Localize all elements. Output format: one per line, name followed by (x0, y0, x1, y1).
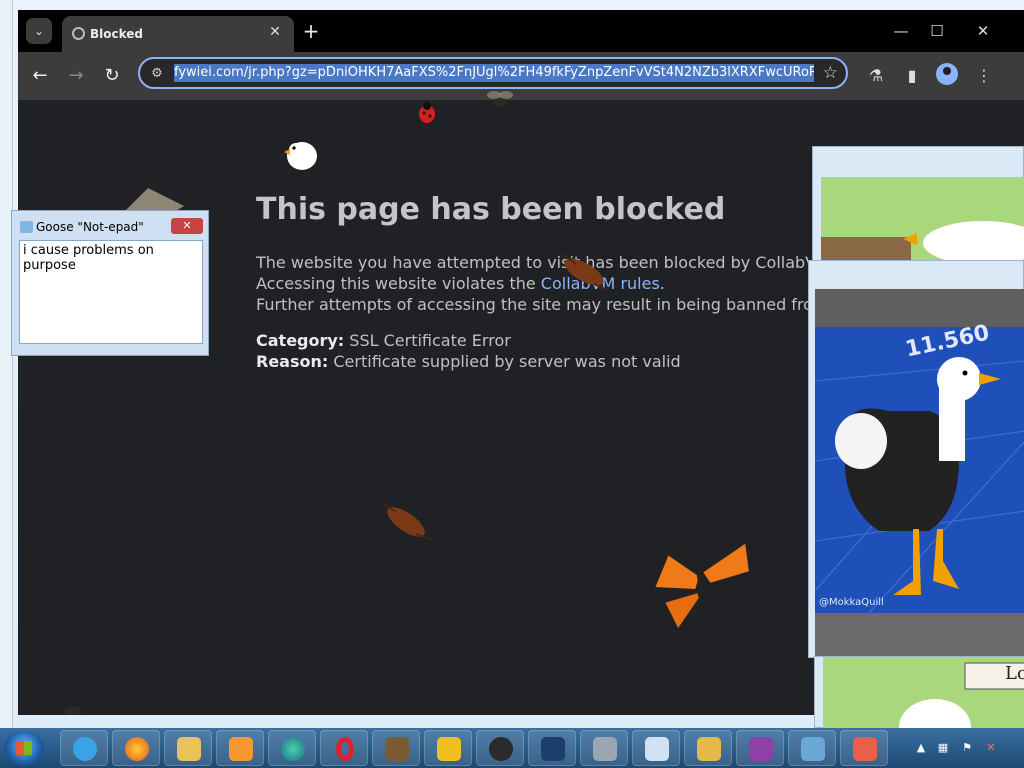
tray-volume-muted-icon[interactable]: ✕ (984, 741, 998, 755)
reason-label: Reason: (256, 352, 329, 371)
goose-logo-icon (284, 142, 317, 170)
url-text[interactable]: fywiei.com/jr.php?gz=pDniOHKH7AaFXS%2FnJ… (174, 64, 814, 82)
tab-search-button[interactable]: ⌄ (26, 18, 52, 44)
goose-sign-image (823, 657, 1024, 755)
taskbar-tools-icon[interactable] (424, 730, 472, 766)
blocked-details: Category: SSL Certificate Error Reason: … (256, 330, 681, 372)
profile-avatar[interactable] (936, 63, 958, 85)
close-tab-icon[interactable]: ✕ (266, 23, 284, 41)
taskbar-explorer-icon[interactable] (164, 730, 212, 766)
address-bar[interactable]: ⚙ fywiei.com/jr.php?gz=pDniOHKH7AaFXS%2F… (138, 57, 848, 89)
page-title: This page has been blocked (256, 192, 726, 227)
taskbar-speedometer-icon[interactable] (476, 730, 524, 766)
meme-watermark: @MokkaQuill (819, 597, 884, 608)
start-button[interactable] (4, 731, 44, 765)
notepad-close-button[interactable]: ✕ (171, 218, 203, 234)
labs-flask-icon[interactable]: ⚗ (864, 64, 888, 88)
tab-strip: ⌄ Blocked ✕ + — ☐ ✕ (18, 10, 1024, 52)
taskbar-ship-icon[interactable] (528, 730, 576, 766)
fly-icon[interactable] (482, 86, 518, 114)
tray-flag-icon[interactable]: ⚑ (960, 741, 974, 755)
line2-prefix: Accessing this website violates the (256, 274, 541, 293)
taskbar-winrar-icon[interactable] (736, 730, 784, 766)
taskbar-media-player-icon[interactable] (216, 730, 264, 766)
reason-value: Certificate supplied by server was not v… (333, 352, 681, 371)
notepad-title: Goose "Not-epad" (36, 220, 144, 234)
close-window-button[interactable]: ✕ (968, 18, 998, 44)
taskbar-pyramid-icon[interactable] (684, 730, 732, 766)
back-button[interactable]: ← (26, 62, 54, 90)
cockroach-icon-2[interactable] (376, 496, 436, 546)
maximize-button[interactable]: ☐ (922, 18, 952, 44)
tab-blocked[interactable]: Blocked ✕ (62, 16, 294, 52)
globe-icon (72, 27, 85, 40)
cockroach-icon[interactable] (554, 248, 614, 294)
sign-text: Lo (1005, 663, 1024, 684)
taskbar-eraser-icon[interactable] (840, 730, 888, 766)
taskbar-chain-icon[interactable] (580, 730, 628, 766)
minimize-button[interactable]: — (886, 18, 916, 44)
taskbar-ie-icon[interactable] (60, 730, 108, 766)
notepad-icon (20, 221, 33, 233)
taskbar-minecraft-icon[interactable] (372, 730, 420, 766)
category-value: SSL Certificate Error (349, 331, 511, 350)
browser-toolbar: ← → ↻ ⚙ fywiei.com/jr.php?gz=pDniOHKH7Aa… (18, 52, 1024, 100)
fly-icon-2[interactable] (58, 700, 88, 715)
tray-network-icon[interactable]: ▦ (936, 741, 950, 755)
tray-expand-icon[interactable]: ▲ (914, 741, 928, 755)
site-info-icon[interactable]: ⚙ (148, 65, 166, 83)
taskbar-firefox-icon[interactable] (112, 730, 160, 766)
background-window-edge (0, 0, 13, 728)
reason-row: Reason: Certificate supplied by server w… (256, 351, 681, 372)
taskbar-user-icon[interactable] (788, 730, 836, 766)
reload-button[interactable]: ↻ (98, 62, 126, 90)
notepad-text-area[interactable]: i cause problems on purpose (19, 240, 203, 344)
bookmark-star-icon[interactable]: ☆ (823, 63, 838, 83)
taskbar-window-icon[interactable] (632, 730, 680, 766)
taskbar: ▲ ▦ ⚑ ✕ (0, 728, 1024, 768)
goose-notepad-window[interactable]: Goose "Not-epad" ✕ i cause problems on p… (11, 210, 209, 356)
side-panel-icon[interactable]: ▮ (900, 64, 924, 88)
goose-image-window-3[interactable]: Lo (814, 656, 1024, 755)
menu-kebab-icon[interactable]: ⋮ (972, 64, 996, 88)
taskbar-edge-icon[interactable] (268, 730, 316, 766)
goose-stock-meme-window[interactable]: 11.560 @MokkaQuill (808, 260, 1024, 658)
new-tab-button[interactable]: + (300, 20, 322, 42)
butterfly-icon[interactable] (650, 532, 754, 636)
taskbar-opera-icon[interactable] (320, 730, 368, 766)
line2-suffix: . (659, 274, 665, 293)
system-tray: ▲ ▦ ⚑ ✕ (910, 728, 1024, 768)
tab-title: Blocked (90, 27, 144, 41)
ladybug-icon[interactable] (414, 100, 440, 126)
category-label: Category: (256, 331, 345, 350)
category-row: Category: SSL Certificate Error (256, 330, 681, 351)
forward-button[interactable]: → (62, 62, 90, 90)
